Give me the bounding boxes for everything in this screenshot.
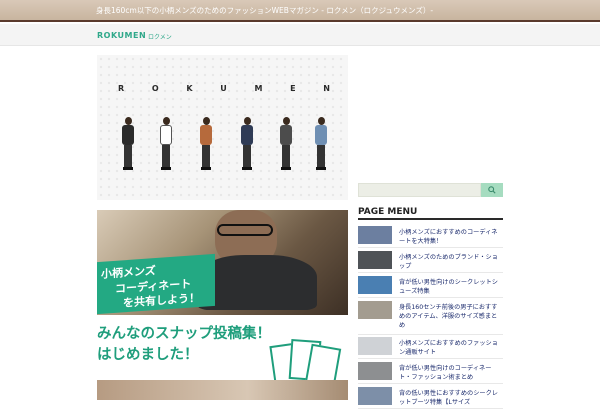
menu-thumbnail xyxy=(358,387,392,405)
top-announcement-bar: 身長160cm以下の小柄メンズのためのファッションWEBマガジン - ロクメン（… xyxy=(0,0,600,22)
hero-banner[interactable]: R O K U M E N xyxy=(97,55,348,200)
brand-letter: K xyxy=(186,84,193,93)
menu-link[interactable]: 身長160センチ前後の男子におすすめのアイテム、洋服のサイズ感まとめ xyxy=(399,303,503,330)
site-tagline: 身長160cm以下の小柄メンズのためのファッションWEBマガジン - ロクメン（… xyxy=(96,6,434,15)
menu-thumbnail xyxy=(358,251,392,269)
banner-photo-bottom xyxy=(97,380,348,400)
search-icon xyxy=(488,186,496,194)
menu-link[interactable]: 背が低い男性向けのコーディネート・ファッション術まとめ xyxy=(399,364,503,382)
menu-item[interactable]: 身長160センチ前後の男子におすすめのアイテム、洋服のサイズ感まとめ xyxy=(358,299,503,335)
scarf-graphic xyxy=(197,255,317,310)
brand-letter: N xyxy=(323,84,330,93)
site-logo-subtitle[interactable]: ロクメン xyxy=(148,32,172,41)
menu-link[interactable]: 背の低い男性におすすめのシークレットブーツ特集【Lサイズ xyxy=(399,389,503,407)
brand-letter: E xyxy=(290,84,296,93)
model-figure xyxy=(199,117,213,171)
model-figure xyxy=(121,117,135,171)
banner-headline: みんなのスナップ投稿集！ xyxy=(97,326,271,342)
brand-letter: O xyxy=(151,84,159,93)
banner-headline-2: はじめました！ xyxy=(97,347,199,363)
menu-divider xyxy=(358,218,503,220)
menu-item[interactable]: 背の低い男性におすすめのシークレットブーツ特集【Lサイズ xyxy=(358,385,503,409)
site-header: ROKUMEN ロクメン xyxy=(0,24,600,46)
menu-thumbnail xyxy=(358,276,392,294)
hero-brand-letters: R O K U M E N xyxy=(118,84,330,93)
menu-thumbnail xyxy=(358,226,392,244)
brand-letter: M xyxy=(254,84,263,93)
menu-link[interactable]: 背が低い男性向けのシークレットシューズ特集 xyxy=(399,278,503,296)
model-figure xyxy=(159,117,173,171)
menu-item[interactable]: 小柄メンズにおすすめのコーディネートを大特集！ xyxy=(358,224,503,248)
photo-cards-graphic xyxy=(269,336,342,389)
menu-item[interactable]: 小柄メンズのためのブランド・ショップ xyxy=(358,249,503,273)
menu-link[interactable]: 小柄メンズにおすすめのコーディネートを大特集！ xyxy=(399,228,503,246)
menu-link[interactable]: 小柄メンズにおすすめのファッション通販サイト xyxy=(399,339,503,357)
model-figure xyxy=(240,117,254,171)
search-input[interactable] xyxy=(358,183,481,197)
model-figure xyxy=(279,117,293,171)
snap-campaign-banner[interactable]: 小柄メンズ コーディネート を共有しよう！ みんなのスナップ投稿集！ はじめまし… xyxy=(97,210,348,400)
brand-letter: U xyxy=(220,84,227,93)
search-button[interactable] xyxy=(481,183,503,197)
menu-item[interactable]: 背が低い男性向けのコーディネート・ファッション術まとめ xyxy=(358,360,503,384)
page-menu-title: PAGE MENU xyxy=(358,207,418,217)
glasses-graphic xyxy=(217,224,273,236)
menu-link[interactable]: 小柄メンズのためのブランド・ショップ xyxy=(399,253,503,271)
menu-thumbnail xyxy=(358,362,392,380)
brand-letter: R xyxy=(118,84,125,93)
model-figure xyxy=(314,117,328,171)
menu-item[interactable]: 小柄メンズにおすすめのファッション通販サイト xyxy=(358,335,503,359)
menu-thumbnail xyxy=(358,301,392,319)
menu-thumbnail xyxy=(358,337,392,355)
site-logo[interactable]: ROKUMEN xyxy=(97,31,146,40)
menu-item[interactable]: 背が低い男性向けのシークレットシューズ特集 xyxy=(358,274,503,298)
